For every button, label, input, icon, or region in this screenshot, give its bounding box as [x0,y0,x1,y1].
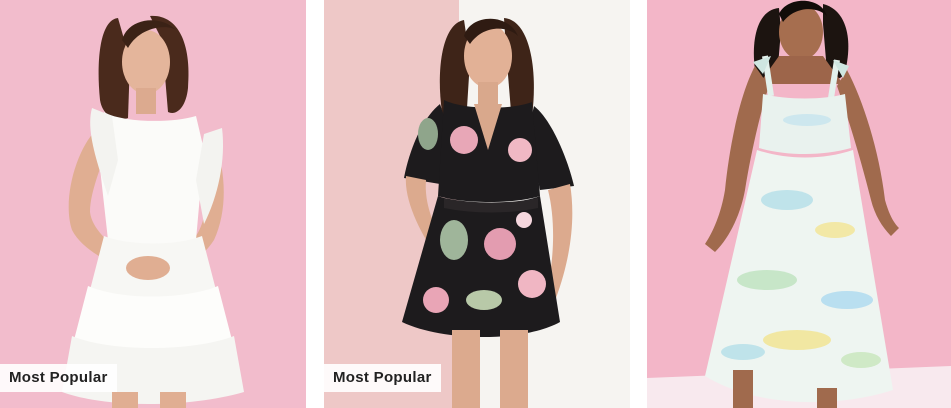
most-popular-badge: Most Popular [324,364,441,392]
product-card-white-ruffle-dress[interactable]: Most Popular [0,0,306,408]
most-popular-badge: Most Popular [0,364,117,392]
product-card-floral-wrap-dress[interactable]: Most Popular [324,0,630,408]
product-grid: Most Popular Most Popular [0,0,951,408]
product-image-floral-wrap-dress[interactable] [324,0,630,408]
product-card-pastel-midi-dress[interactable] [647,0,951,408]
product-image-white-ruffle-dress[interactable] [0,0,306,408]
product-image-pastel-midi-dress[interactable] [647,0,951,408]
